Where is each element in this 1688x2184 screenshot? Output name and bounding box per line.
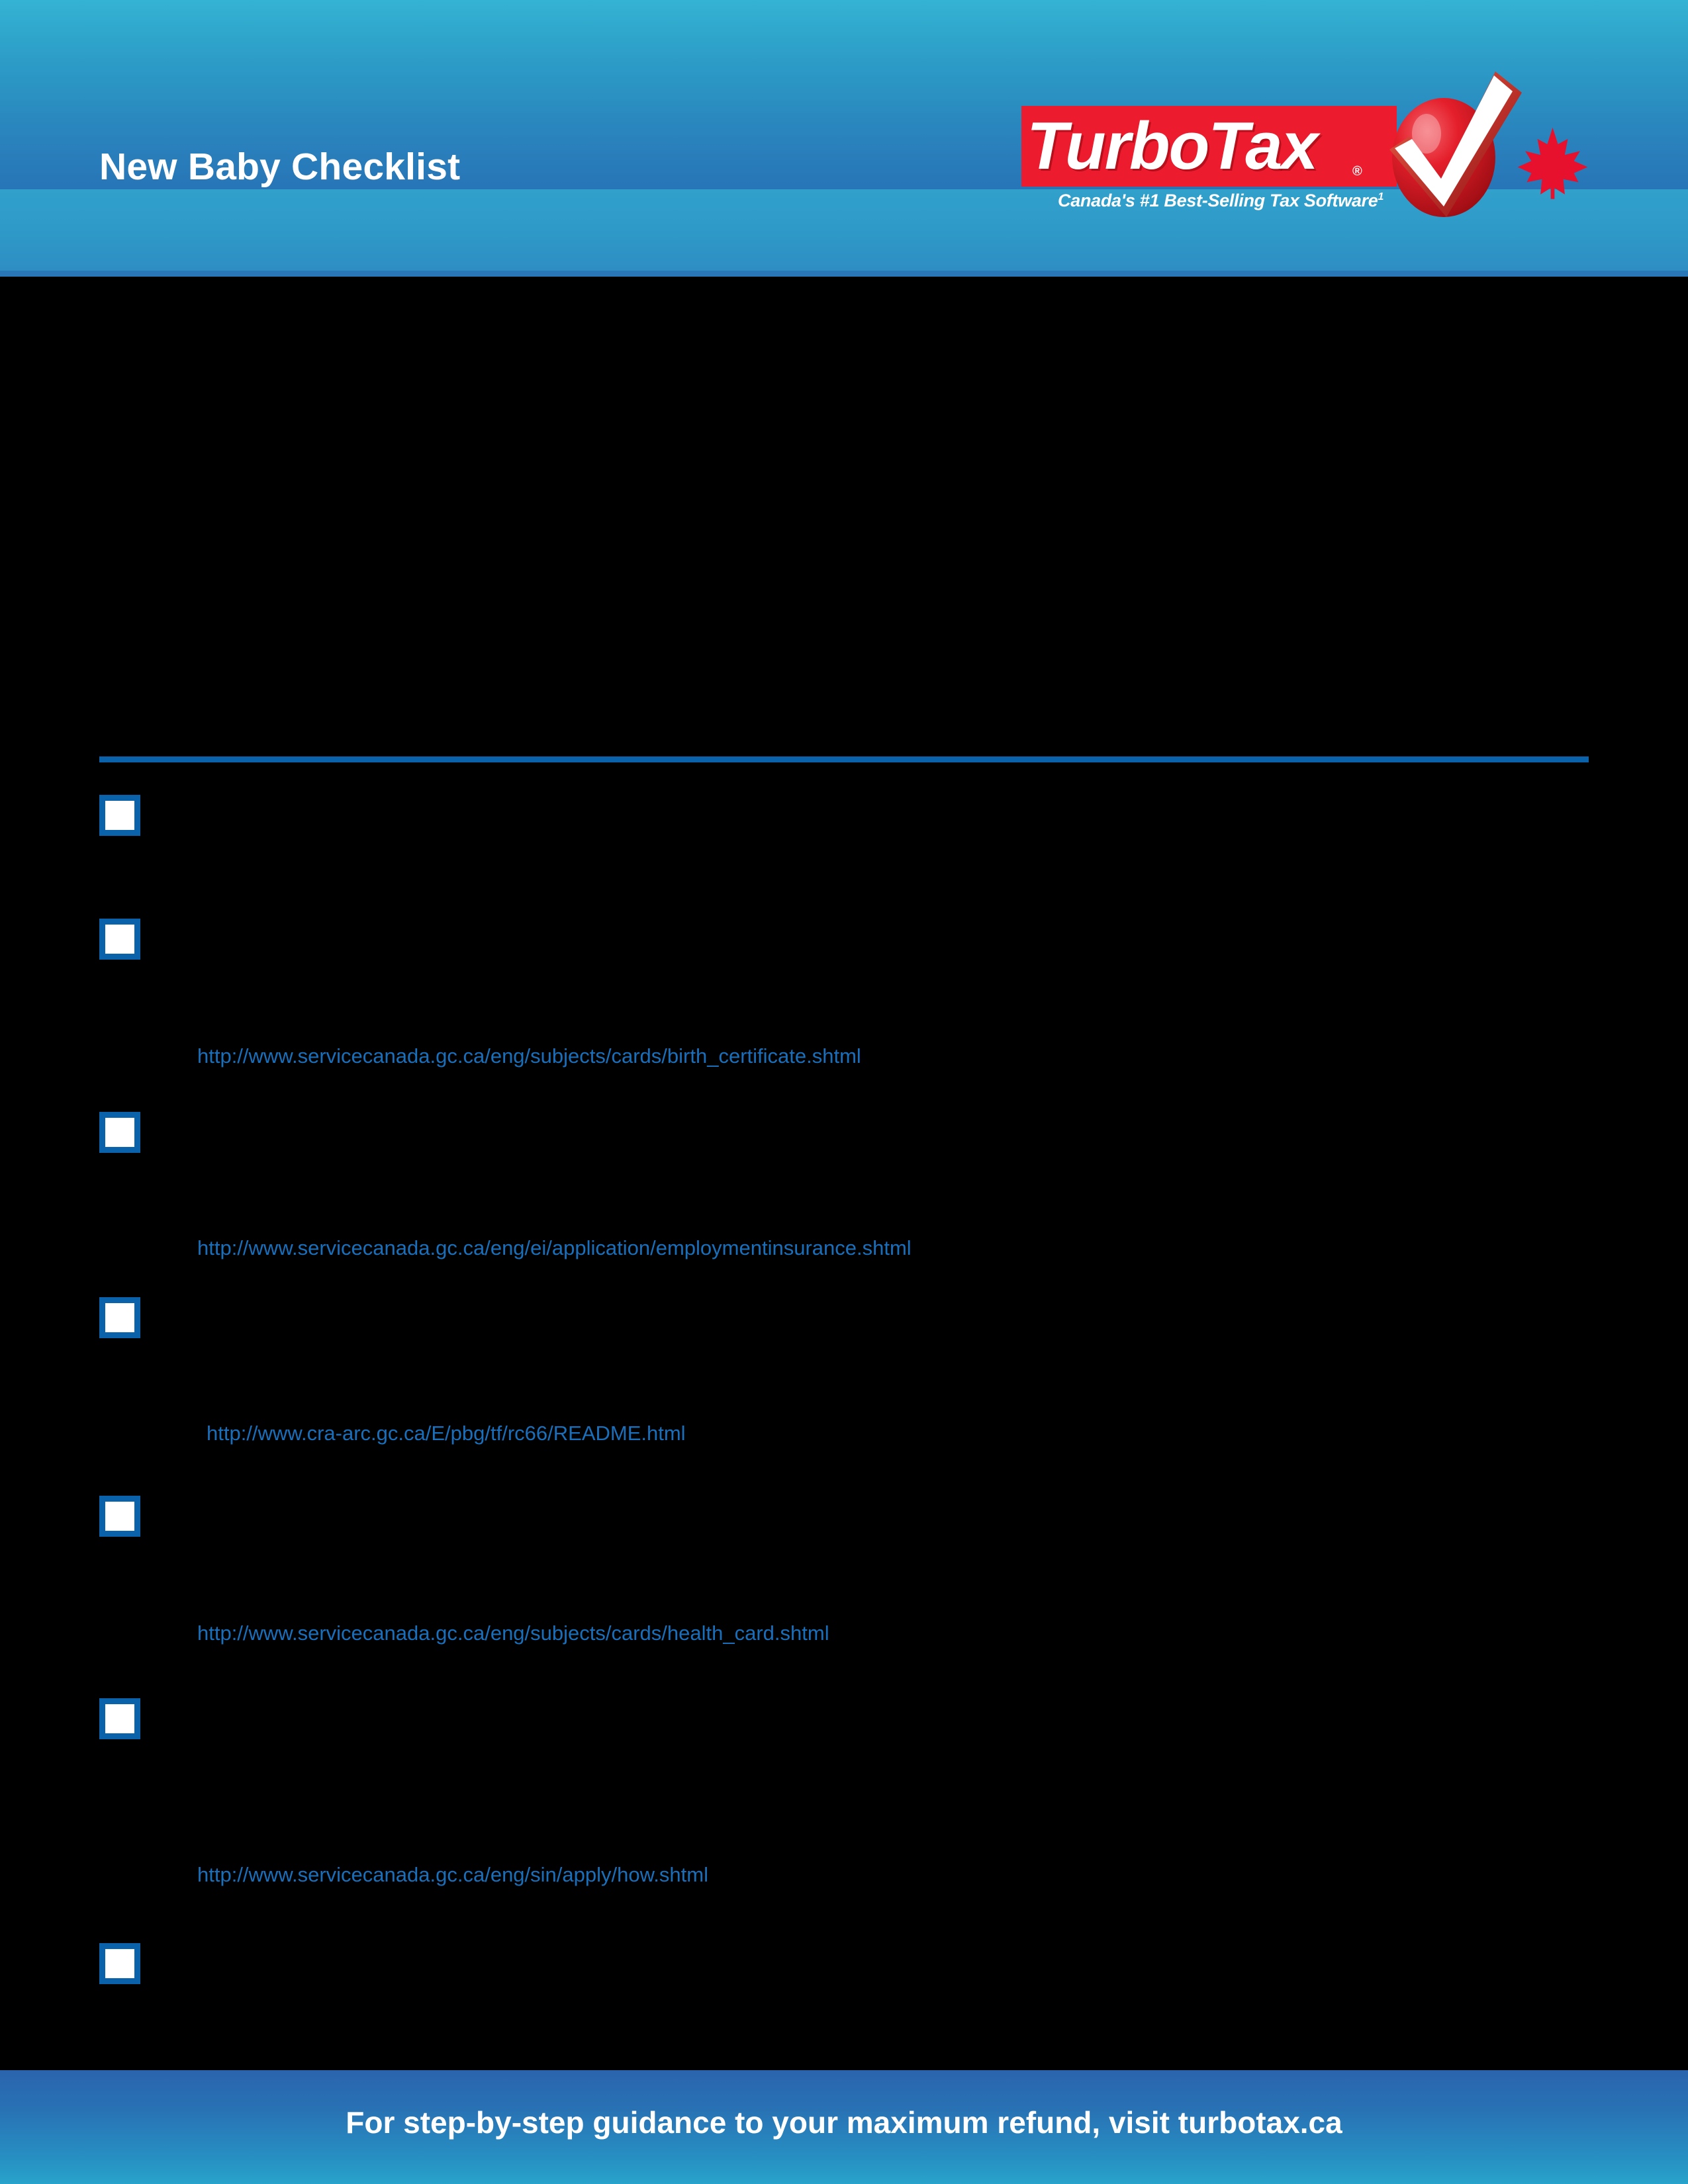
link-employment-insurance[interactable]: http://www.servicecanada.gc.ca/eng/ei/ap… — [197, 1235, 912, 1261]
footer-cta: For step-by-step guidance to your maximu… — [0, 2105, 1688, 2140]
link-rc66-form[interactable]: http://www.cra-arc.gc.ca/E/pbg/tf/rc66/R… — [207, 1420, 686, 1447]
link-health-card[interactable]: http://www.servicecanada.gc.ca/eng/subje… — [197, 1620, 829, 1647]
page-title: New Baby Checklist — [99, 146, 461, 188]
link-birth-certificate[interactable]: http://www.servicecanada.gc.ca/eng/subje… — [197, 1043, 861, 1069]
checkbox-item-5[interactable] — [99, 1496, 140, 1537]
section-divider — [99, 756, 1589, 762]
logo-registered-mark: ® — [1352, 164, 1362, 179]
checkbox-item-3[interactable] — [99, 1112, 140, 1153]
logo-tagline-footnote: 1 — [1378, 191, 1384, 203]
canadian-maple-leaf-icon — [1517, 127, 1588, 199]
checkbox-item-4[interactable] — [99, 1297, 140, 1338]
header-band-edge — [0, 271, 1688, 277]
footer-cta-prefix: For step-by-step guidance to your maximu… — [346, 2105, 1178, 2140]
logo-tagline: Canada's #1 Best-Selling Tax Software1 — [1058, 191, 1383, 211]
link-sin-apply[interactable]: http://www.servicecanada.gc.ca/eng/sin/a… — [197, 1862, 708, 1888]
checkbox-item-6[interactable] — [99, 1698, 140, 1739]
turbotax-logo: TurboTax ® Canada's #1 Best-Selling Tax … — [1021, 66, 1604, 218]
document-page: New Baby Checklist TurboTax ® Canada's #… — [0, 0, 1688, 2184]
footer-bar: For step-by-step guidance to your maximu… — [0, 2070, 1688, 2184]
checkbox-item-2[interactable] — [99, 919, 140, 960]
checkbox-item-7[interactable] — [99, 1943, 140, 1984]
checkbox-item-1[interactable] — [99, 795, 140, 836]
logo-tagline-text: Canada's #1 Best-Selling Tax Software — [1058, 191, 1378, 210]
footer-brand-link[interactable]: turbotax.ca — [1178, 2105, 1342, 2140]
checklist-body: http://www.servicecanada.gc.ca/eng/subje… — [0, 277, 1688, 2070]
